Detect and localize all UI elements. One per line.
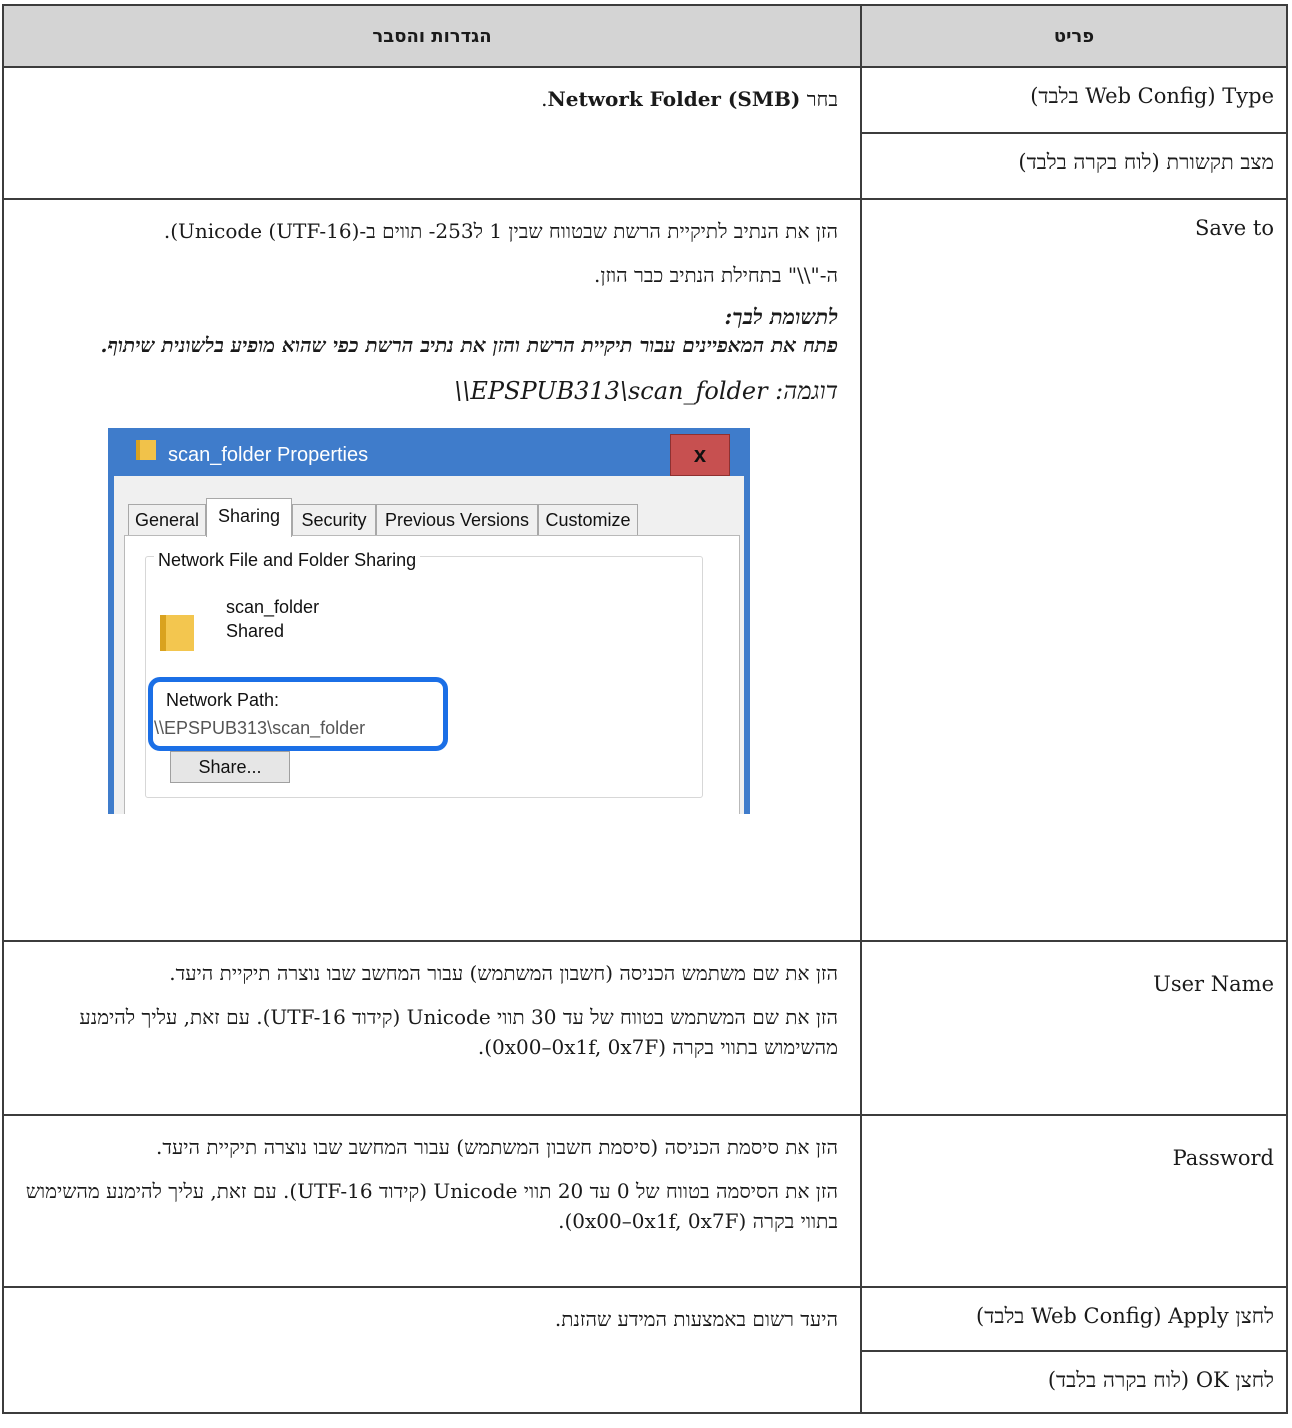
table-row-type: Type (Web Config בלבד) בחר Network Folde…	[2, 66, 1288, 200]
header-settings: הגדרות והסבר	[2, 4, 862, 68]
table-row-user-name: User Name הזן את שם משתמש הכניסה (חשבון …	[2, 940, 1288, 1116]
item-cell-type: Type (Web Config בלבד)	[860, 66, 1288, 134]
close-button[interactable]: x	[670, 434, 730, 476]
sharing-panel: Network File and Folder Sharing scan_fol…	[124, 535, 740, 814]
note-body: פתח את המאפיינים עבור תיקיית הרשת והזן א…	[100, 333, 838, 357]
table-header-row: פריט הגדרות והסבר	[2, 4, 1288, 68]
item-label: Password	[1172, 1146, 1274, 1170]
item-cell-ok: לחצן OK (לוח בקרה בלבד)	[860, 1350, 1288, 1414]
folder-icon	[160, 615, 194, 651]
item-cell-apply: לחצן Apply (Web Config בלבד)	[860, 1286, 1288, 1352]
tab-sharing[interactable]: Sharing	[206, 498, 292, 537]
desc-cell-type: בחר Network Folder (SMB).	[2, 66, 862, 200]
example-label: דוגמה:	[767, 377, 838, 405]
note-title: לתשומת לבך:	[724, 304, 838, 329]
note-box: לתשומת לבך: פתח את המאפיינים עבור תיקיית…	[16, 304, 838, 360]
table-row-password: Password הזן את סיסמת הכניסה (סיסמת חשבו…	[2, 1114, 1288, 1288]
tab-general[interactable]: General	[128, 504, 206, 535]
item-label: לחצן OK (לוח בקרה בלבד)	[1047, 1368, 1274, 1392]
item-label: Type (Web Config בלבד)	[1030, 84, 1274, 108]
tab-previous-versions[interactable]: Previous Versions	[376, 504, 538, 535]
item-cell-save-to: Save to	[860, 198, 1288, 942]
example-line: דוגמה: \\EPSPUB313\scan_folder	[16, 374, 838, 408]
header-item: פריט	[860, 4, 1288, 68]
window-body: General Sharing Security Previous Versio…	[114, 476, 744, 814]
desc-text: בחר	[800, 87, 838, 111]
item-cell-comm-mode: מצב תקשורת (לוח בקרה בלבד)	[860, 132, 1288, 200]
settings-table: פריט הגדרות והסבר Type (Web Config בלבד)…	[2, 4, 1288, 1414]
desc-cell-user-name: הזן את שם משתמש הכניסה (חשבון המשתמש) עב…	[2, 940, 862, 1116]
desc-cell-apply: היעד רשום באמצעות המידע שהזנת.	[2, 1286, 862, 1414]
desc-paragraph: ה-"\\" בתחילת הנתיב כבר הוזן.	[593, 263, 838, 287]
group-title: Network File and Folder Sharing	[154, 545, 421, 575]
desc-bold-text: Network Folder (SMB)	[547, 87, 801, 111]
item-label: לחצן Apply (Web Config בלבד)	[976, 1304, 1274, 1328]
item-label: מצב תקשורת (לוח בקרה בלבד)	[1018, 150, 1274, 174]
desc-paragraph: בחר Network Folder (SMB).	[16, 84, 838, 114]
item-label: User Name	[1153, 972, 1274, 996]
sharing-groupbox: Network File and Folder Sharing scan_fol…	[145, 545, 703, 798]
tab-security[interactable]: Security	[292, 504, 376, 535]
item-cell-user-name: User Name	[860, 940, 1288, 1116]
desc-cell-save-to: הזן את הנתיב לתיקיית הרשת שבטווח שבין 1 …	[2, 198, 862, 942]
share-button[interactable]: Share...	[170, 751, 290, 783]
desc-paragraph: היעד רשום באמצעות המידע שהזנת.	[554, 1307, 838, 1331]
desc-paragraph: הזן את שם משתמש הכניסה (חשבון המשתמש) עב…	[169, 961, 838, 985]
table-row-apply: לחצן Apply (Web Config בלבד) היעד רשום ב…	[2, 1286, 1288, 1414]
properties-screenshot: scan_folder Properties x General Sharing…	[16, 428, 838, 816]
example-path: \\EPSPUB313\scan_folder	[454, 377, 768, 405]
window-titlebar: scan_folder Properties x	[108, 428, 750, 476]
window-title: scan_folder Properties	[168, 444, 369, 466]
desc-paragraph: הזן את שם המשתמש בטווח של עד 30 תווי Uni…	[79, 1005, 838, 1059]
item-cell-password: Password	[860, 1114, 1288, 1288]
item-label: Save to	[1195, 216, 1274, 240]
tab-customize[interactable]: Customize	[538, 504, 638, 535]
desc-cell-password: הזן את סיסמת הכניסה (סיסמת חשבון המשתמש)…	[2, 1114, 862, 1288]
folder-name: scan_folder	[226, 597, 320, 617]
desc-paragraph: הזן את הסיסמה בטווח של 0 עד 20 תווי Unic…	[25, 1179, 838, 1233]
desc-paragraph: הזן את הנתיב לתיקיית הרשת שבטווח שבין 1 …	[163, 219, 838, 243]
network-path-highlight	[148, 677, 448, 751]
table-row-save-to: Save to הזן את הנתיב לתיקיית הרשת שבטווח…	[2, 198, 1288, 942]
folder-icon	[136, 440, 156, 460]
folder-state: Shared	[226, 621, 285, 641]
properties-window: scan_folder Properties x General Sharing…	[108, 428, 750, 814]
desc-paragraph: הזן את סיסמת הכניסה (סיסמת חשבון המשתמש)…	[156, 1135, 838, 1159]
